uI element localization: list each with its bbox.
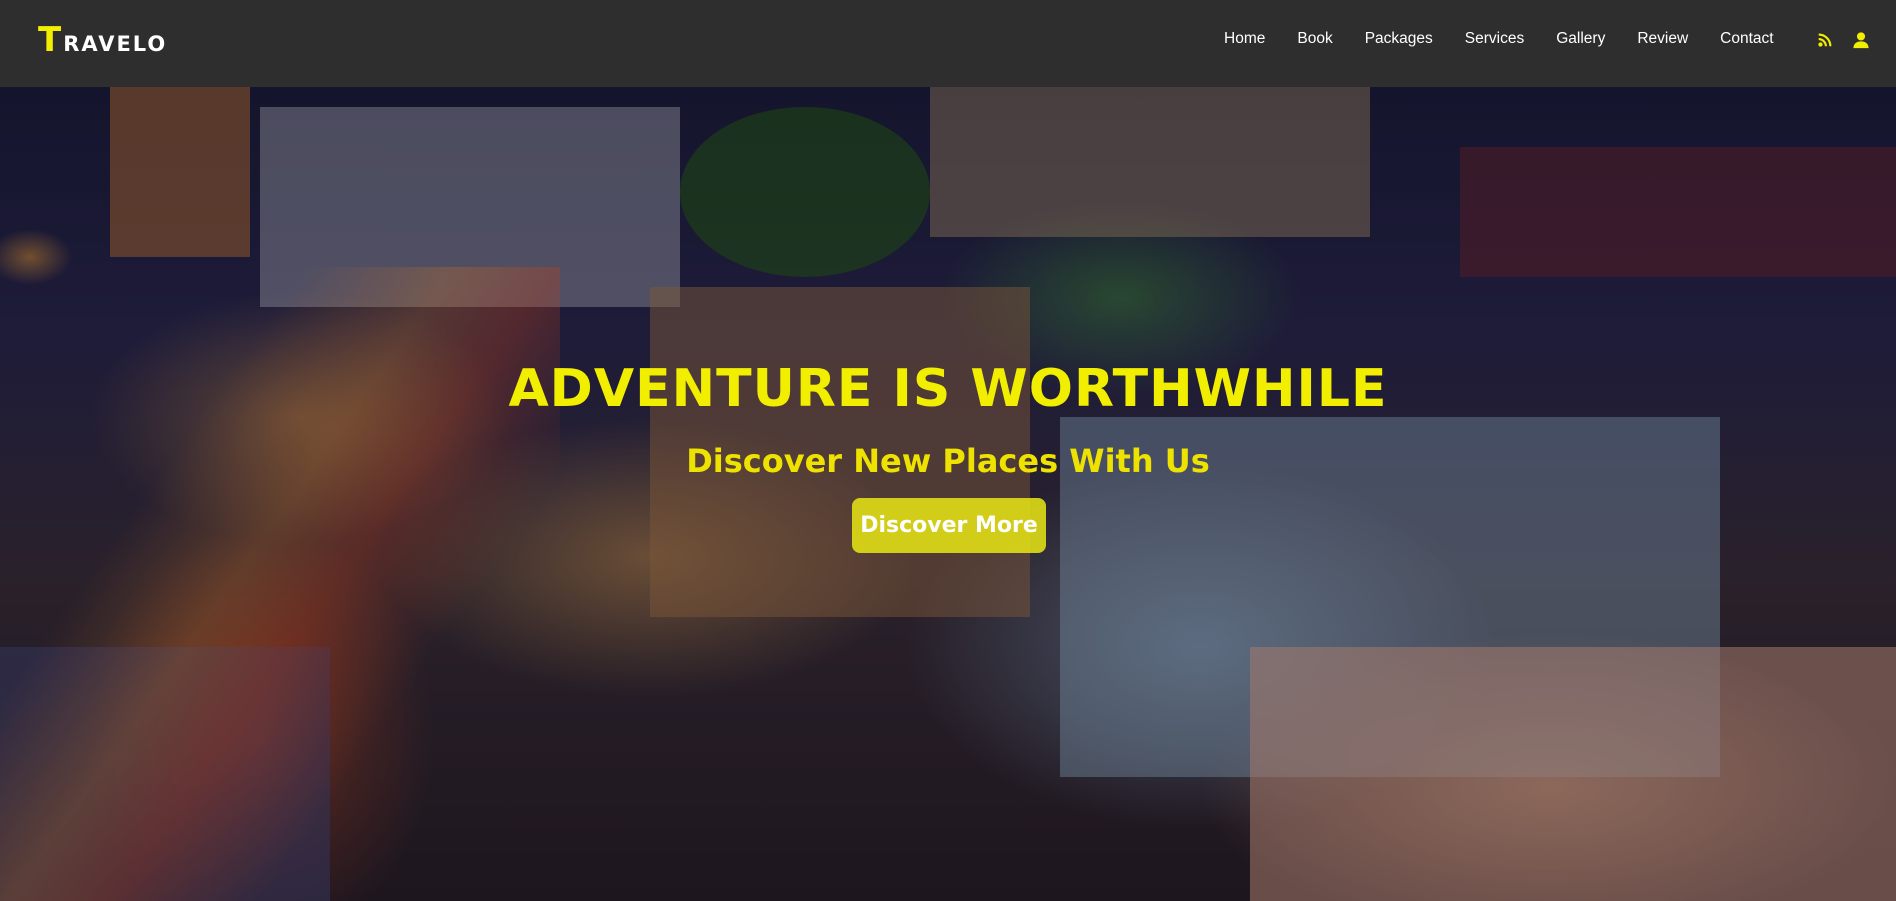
user-icon-svg: [1853, 32, 1869, 49]
logo-text: ravelo: [63, 24, 168, 59]
hero-content: ADVENTURE IS WORTHWHILE Discover New Pla…: [0, 87, 1896, 901]
logo-initial: T: [38, 20, 64, 60]
hero-subheadline: Discover New Places With Us: [686, 442, 1210, 480]
rss-icon[interactable]: [1816, 31, 1834, 49]
nav-packages[interactable]: Packages: [1365, 30, 1433, 48]
nav-home[interactable]: Home: [1224, 30, 1265, 48]
nav-services[interactable]: Services: [1465, 30, 1524, 48]
nav-gallery[interactable]: Gallery: [1556, 30, 1605, 48]
header-icons: [1816, 31, 1870, 49]
logo[interactable]: Travelo: [38, 20, 167, 60]
nav-book[interactable]: Book: [1297, 30, 1332, 48]
nav-review[interactable]: Review: [1637, 30, 1688, 48]
user-icon[interactable]: [1852, 31, 1870, 49]
discover-more-button[interactable]: Discover More: [852, 498, 1046, 553]
main-menu: Home Book Packages Services Gallery Revi…: [1224, 30, 1806, 48]
hero-headline: ADVENTURE IS WORTHWHILE: [508, 359, 1388, 419]
nav-contact[interactable]: Contact: [1720, 30, 1773, 48]
navbar: Travelo Home Book Packages Services Gall…: [0, 0, 1896, 87]
rss-icon-svg: [1818, 33, 1832, 47]
